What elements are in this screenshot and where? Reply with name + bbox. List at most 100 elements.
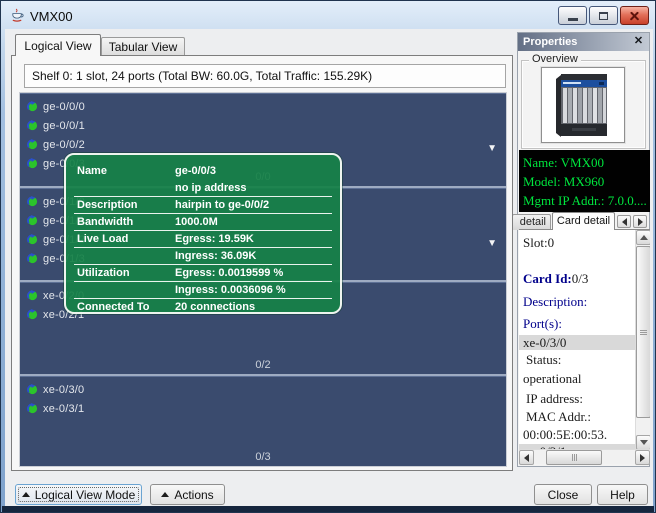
ports-field: Port(s): xyxy=(523,313,635,335)
slot-field: Slot:0 xyxy=(523,233,635,253)
chassis-image xyxy=(541,67,625,143)
scroll-down-button[interactable] xyxy=(636,435,650,449)
thumb-grip xyxy=(640,330,647,335)
down-arrow-icon xyxy=(640,440,648,445)
left-arrow-icon xyxy=(622,218,627,226)
up-arrow-icon xyxy=(640,235,648,240)
scroll-left-button[interactable] xyxy=(519,450,534,465)
collapse-arrow-icon xyxy=(22,492,30,497)
port-status-icon xyxy=(27,403,38,414)
tooltip-row: Ingress: 0.0036096 % xyxy=(74,282,332,299)
mac-label: MAC Addr.: xyxy=(523,408,635,427)
port-item[interactable]: ge-0/0/2 xyxy=(27,135,85,154)
slot-panel-0-3[interactable]: xe-0/3/0 xe-0/3/1 0/3 xyxy=(20,376,506,466)
slot-label: 0/3 xyxy=(20,451,506,463)
thumb-grip xyxy=(572,454,577,461)
collapse-arrow-icon xyxy=(161,492,169,497)
port-item[interactable]: xe-0/3/1 xyxy=(27,399,84,418)
tab-detail[interactable]: detail xyxy=(512,214,551,230)
card-id-field: Card Id:0/3 xyxy=(523,267,635,290)
help-button[interactable]: Help xyxy=(597,484,648,505)
scroll-right-button[interactable] xyxy=(635,450,650,465)
title-bar[interactable]: VMX00 xyxy=(2,2,654,29)
slot-label: 0/2 xyxy=(20,359,506,371)
overview-group: Overview xyxy=(521,60,646,149)
close-button[interactable]: Close xyxy=(534,484,592,505)
port-status-icon xyxy=(27,120,38,131)
minimize-button[interactable] xyxy=(558,6,587,25)
device-name: Name: VMX00 xyxy=(523,153,646,172)
port-entry[interactable]: xe-0/3/0 xyxy=(519,335,635,350)
window-title: VMX00 xyxy=(30,9,73,24)
close-icon xyxy=(629,10,640,21)
port-label: xe-0/3/0 xyxy=(43,384,84,396)
properties-title: Properties xyxy=(523,36,577,48)
port-tooltip: Namege-0/0/3 no ip address Descriptionha… xyxy=(64,153,342,314)
port-status-icon xyxy=(27,196,38,207)
card-detail-panel: Slot:0 Card Id:0/3 Description: Port(s):… xyxy=(519,229,650,449)
port-status-icon xyxy=(27,139,38,150)
port-status-icon xyxy=(27,309,38,320)
tab-scroll-right-button[interactable] xyxy=(633,215,647,228)
device-model: Model: MX960 xyxy=(523,172,646,191)
tab-tabular-view[interactable]: Tabular View xyxy=(101,37,185,56)
status-label: Status: xyxy=(523,350,635,369)
properties-close-icon[interactable]: ✕ xyxy=(632,35,645,48)
port-item[interactable]: xe-0/3/0 xyxy=(27,380,84,399)
detail-tabs: detail Card detail xyxy=(518,212,649,229)
right-arrow-icon xyxy=(638,218,643,226)
overview-label: Overview xyxy=(529,53,581,65)
actions-button[interactable]: Actions xyxy=(150,484,225,505)
port-item[interactable]: ge-0/0/0 xyxy=(27,97,85,116)
device-info-terminal: Name: VMX00 Model: MX960 Mgmt IP Addr.: … xyxy=(519,150,650,212)
status-value: operational xyxy=(523,369,635,389)
port-status-icon xyxy=(27,384,38,395)
more-ports-icon[interactable]: ▼ xyxy=(487,239,497,249)
vertical-scrollbar[interactable] xyxy=(635,230,650,449)
tab-logical-view[interactable]: Logical View xyxy=(15,34,101,56)
description-field: Description: xyxy=(523,290,635,313)
logical-view-mode-button[interactable]: Logical View Mode xyxy=(15,484,142,505)
port-label: ge-0/0/0 xyxy=(43,101,85,113)
tab-card-detail[interactable]: Card detail xyxy=(552,212,615,230)
minimize-icon xyxy=(568,18,578,21)
ip-label: IP address: xyxy=(523,389,635,408)
port-status-icon xyxy=(27,234,38,245)
java-app-icon xyxy=(10,8,25,23)
right-arrow-icon xyxy=(640,454,645,462)
left-arrow-icon xyxy=(524,454,529,462)
properties-panel: Properties ✕ Overview xyxy=(517,32,650,467)
device-mgmt-ip: Mgmt IP Addr.: 7.0.0.... xyxy=(523,191,646,210)
tooltip-row: Descriptionhairpin to ge-0/0/2 xyxy=(74,197,332,214)
close-window-button[interactable] xyxy=(620,6,649,25)
tooltip-row: UtilizationEgress: 0.0019599 % xyxy=(74,265,332,282)
port-label: ge-0/0/1 xyxy=(43,120,85,132)
maximize-button[interactable] xyxy=(589,6,618,25)
tooltip-row: Namege-0/0/3 xyxy=(74,163,332,180)
more-ports-icon[interactable]: ▼ xyxy=(487,144,497,154)
port-status-icon xyxy=(27,158,38,169)
port-label: ge-0/0/2 xyxy=(43,139,85,151)
app-window: VMX00 Logical View Tabular View Shelf 0:… xyxy=(0,0,656,513)
tab-scroll-left-button[interactable] xyxy=(617,215,631,228)
shelf-summary: Shelf 0: 1 slot, 24 ports (Total BW: 60.… xyxy=(24,64,506,88)
tooltip-row: Connected To20 connections xyxy=(74,299,332,316)
port-item[interactable]: ge-0/0/1 xyxy=(27,116,85,135)
scroll-up-button[interactable] xyxy=(636,230,650,245)
horizontal-scrollbar[interactable] xyxy=(519,449,650,464)
tooltip-row: Ingress: 36.09K xyxy=(74,248,332,265)
port-label: xe-0/3/1 xyxy=(43,403,84,415)
port-status-icon xyxy=(27,215,38,226)
vertical-scroll-thumb[interactable] xyxy=(636,246,650,418)
properties-header[interactable]: Properties ✕ xyxy=(518,33,649,51)
mac-value: 00:00:5E:00:53. xyxy=(523,427,635,444)
window-bottom-border xyxy=(2,506,654,512)
port-status-icon xyxy=(27,253,38,264)
maximize-icon xyxy=(599,12,608,20)
horizontal-scroll-thumb[interactable] xyxy=(546,450,602,465)
port-status-icon xyxy=(27,101,38,112)
port-status-icon xyxy=(27,290,38,301)
tooltip-row: no ip address xyxy=(74,180,332,197)
tooltip-row: Bandwidth1000.0M xyxy=(74,214,332,231)
client-area: Logical View Tabular View Shelf 0: 1 slo… xyxy=(5,29,653,507)
